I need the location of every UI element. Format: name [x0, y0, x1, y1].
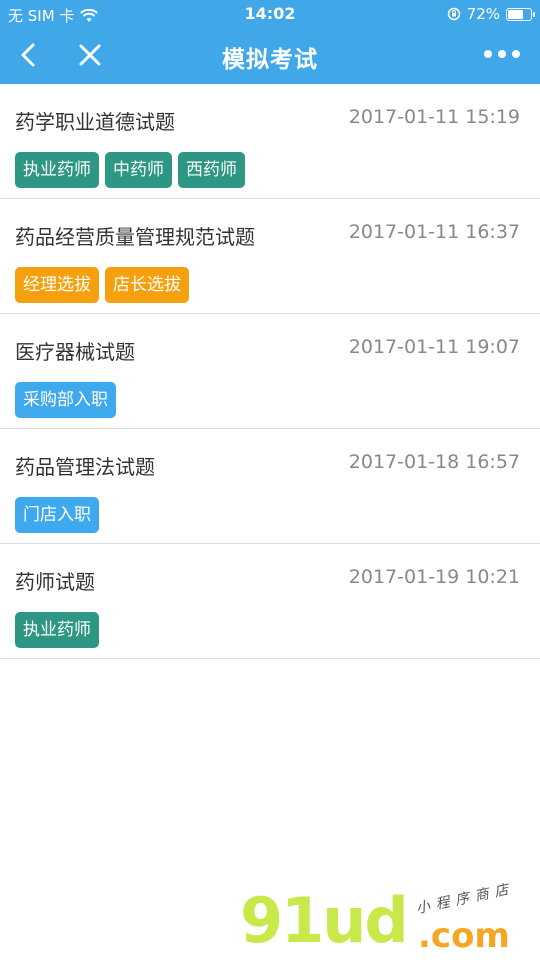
- exam-tag[interactable]: 经理选拔: [15, 267, 99, 303]
- exam-tag[interactable]: 执业药师: [15, 152, 99, 188]
- exam-tag[interactable]: 执业药师: [15, 612, 99, 648]
- more-dot: [498, 50, 506, 58]
- battery-percent: 72%: [466, 5, 500, 23]
- exam-date: 2017-01-11 15:19: [348, 106, 520, 128]
- exam-date: 2017-01-18 16:57: [348, 451, 520, 473]
- exam-name: 药师试题: [15, 570, 95, 594]
- page-title: 模拟考试: [222, 47, 318, 73]
- exam-name: 医疗器械试题: [15, 340, 135, 364]
- top-bar: 无 SIM 卡 14:02 72% 模拟考试: [0, 0, 540, 84]
- exam-date: 2017-01-11 19:07: [348, 336, 520, 358]
- exam-date: 2017-01-19 10:21: [348, 566, 520, 588]
- exam-name: 药品管理法试题: [15, 455, 155, 479]
- watermark-tagline: 小程序商店: [414, 880, 516, 918]
- watermark-brand: 91ud: [240, 884, 409, 957]
- battery-icon: [506, 7, 535, 21]
- exam-tag[interactable]: 店长选拔: [105, 267, 189, 303]
- navigation-bar: 模拟考试: [0, 28, 540, 84]
- exam-tags: 经理选拔 店长选拔: [15, 267, 189, 303]
- exam-name: 药学职业道德试题: [15, 110, 175, 134]
- exam-tag[interactable]: 采购部入职: [15, 382, 116, 418]
- exam-date: 2017-01-11 16:37: [348, 221, 520, 243]
- exam-tags: 门店入职: [15, 497, 99, 533]
- exam-tag[interactable]: 门店入职: [15, 497, 99, 533]
- more-options-icon[interactable]: [484, 50, 520, 60]
- exam-list: 药学职业道德试题 2017-01-11 15:19 执业药师 中药师 西药师 药品经营质量…: [0, 84, 540, 659]
- status-right: 72%: [447, 5, 535, 23]
- exam-tags: 采购部入职: [15, 382, 116, 418]
- exam-row[interactable]: 药品管理法试题 2017-01-18 16:57 门店入职: [0, 429, 540, 544]
- watermark-domain: .com: [418, 916, 510, 956]
- more-dot: [484, 50, 492, 58]
- exam-row[interactable]: 药学职业道德试题 2017-01-11 15:19 执业药师 中药师 西药师: [0, 84, 540, 199]
- exam-tag[interactable]: 中药师: [105, 152, 172, 188]
- exam-tags: 执业药师: [15, 612, 99, 648]
- exam-tags: 执业药师 中药师 西药师: [15, 152, 245, 188]
- orientation-lock-icon: [447, 7, 460, 21]
- more-dot: [512, 50, 520, 58]
- battery-fill: [508, 9, 524, 19]
- watermark-logo: 91ud 小程序商店 .com: [240, 880, 520, 957]
- exam-row[interactable]: 医疗器械试题 2017-01-11 19:07 采购部入职: [0, 314, 540, 429]
- exam-row[interactable]: 药师试题 2017-01-19 10:21 执业药师: [0, 544, 540, 659]
- exam-row[interactable]: 药品经营质量管理规范试题 2017-01-11 16:37 经理选拔 店长选拔: [0, 199, 540, 314]
- exam-name: 药品经营质量管理规范试题: [15, 225, 255, 249]
- status-bar: 无 SIM 卡 14:02 72%: [0, 0, 540, 28]
- exam-tag[interactable]: 西药师: [178, 152, 245, 188]
